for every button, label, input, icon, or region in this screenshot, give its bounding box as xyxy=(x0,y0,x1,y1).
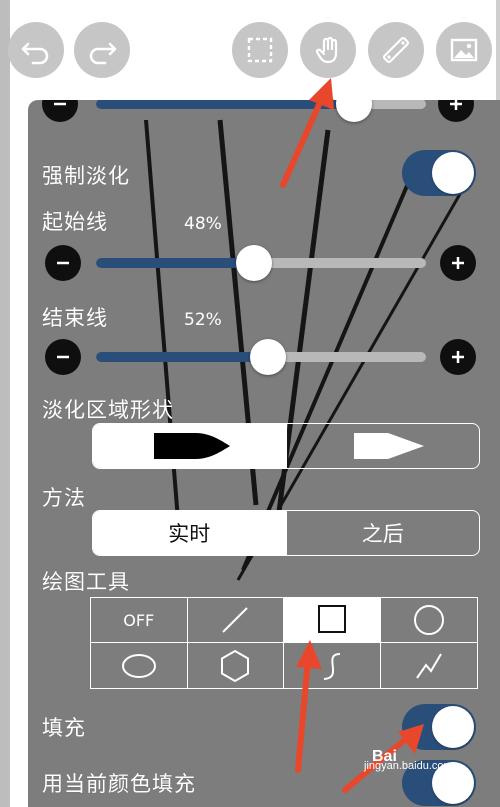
tool-ellipse[interactable] xyxy=(91,643,188,688)
tool-circle[interactable] xyxy=(380,598,477,643)
tool-polygon[interactable] xyxy=(188,643,284,688)
method-option-realtime[interactable]: 实时 xyxy=(93,511,286,555)
rectangle-icon xyxy=(317,605,346,633)
draw-tool-label: 绘图工具 xyxy=(42,570,130,594)
fill-label: 填充 xyxy=(42,716,86,740)
minus-icon xyxy=(57,261,69,265)
plus-icon xyxy=(452,257,464,269)
start-line-value: 48% xyxy=(184,214,222,234)
hand-button[interactable] xyxy=(300,22,356,78)
selection-button[interactable] xyxy=(232,22,288,78)
curve-icon xyxy=(323,652,340,680)
tool-line[interactable] xyxy=(187,598,284,643)
tool-off-label: OFF xyxy=(123,610,155,630)
watermark-url: jingyan.baidu.com xyxy=(364,760,453,772)
fade-settings-panel: 强制淡化 起始线 48% 结束线 52% 淡化区域形状 方法 实时 之后 绘图工… xyxy=(28,100,500,807)
fill-toggle[interactable] xyxy=(402,704,476,750)
line-icon xyxy=(222,607,248,633)
rounded-bullet-shape-icon xyxy=(154,433,231,459)
polyline-icon xyxy=(415,652,442,679)
method-option-after[interactable]: 之后 xyxy=(285,511,480,555)
slider-fill xyxy=(96,352,268,362)
fade-shape-option-pointed[interactable] xyxy=(285,424,480,468)
start-line-minus-button[interactable] xyxy=(45,245,81,281)
plus-icon xyxy=(452,351,464,363)
circle-icon xyxy=(413,605,444,635)
end-line-plus-button[interactable] xyxy=(440,339,476,375)
end-line-slider[interactable] xyxy=(96,339,426,375)
method-selector: 实时 之后 xyxy=(92,510,480,556)
undo-arrow-icon xyxy=(21,42,49,65)
prev-slider-knob[interactable] xyxy=(336,100,372,122)
fill-current-color-label: 用当前颜色填充 xyxy=(42,772,196,796)
tool-rectangle[interactable] xyxy=(284,598,381,643)
start-line-plus-button[interactable] xyxy=(440,245,476,281)
start-line-label: 起始线 xyxy=(42,210,108,234)
plus-icon xyxy=(450,100,462,110)
tool-polyline[interactable] xyxy=(381,643,478,688)
tool-curve[interactable] xyxy=(284,643,381,688)
toggle-knob xyxy=(432,706,474,748)
redo-arrow-icon xyxy=(89,42,117,65)
minus-icon xyxy=(57,355,69,359)
force-fade-toggle[interactable] xyxy=(402,150,476,196)
pointed-shape-icon xyxy=(353,433,424,459)
frame-left-border xyxy=(0,0,10,807)
undo-button[interactable] xyxy=(8,22,64,78)
method-label: 方法 xyxy=(42,486,86,510)
end-line-minus-button[interactable] xyxy=(45,339,81,375)
toggle-knob xyxy=(432,152,474,194)
draw-tool-grid: OFF xyxy=(90,597,478,689)
dashed-selection-icon xyxy=(247,37,273,63)
ruler-icon xyxy=(383,37,409,63)
tool-off[interactable]: OFF xyxy=(91,598,188,643)
force-fade-label: 强制淡化 xyxy=(42,164,130,188)
slider-knob[interactable] xyxy=(250,339,286,375)
slider-knob[interactable] xyxy=(236,245,272,281)
slider-fill xyxy=(96,258,254,268)
redo-button[interactable] xyxy=(74,22,130,78)
end-line-label: 结束线 xyxy=(42,306,108,330)
ellipse-icon xyxy=(121,653,156,678)
ruler-button[interactable] xyxy=(368,22,424,78)
image-icon xyxy=(450,38,478,62)
start-line-slider[interactable] xyxy=(96,245,426,281)
hexagon-icon xyxy=(221,649,250,682)
hand-pointer-icon xyxy=(315,36,338,64)
fade-shape-option-rounded[interactable] xyxy=(93,424,286,468)
end-line-value: 52% xyxy=(184,310,222,330)
top-toolbar xyxy=(0,0,500,100)
minus-icon xyxy=(54,102,66,106)
fade-shape-label: 淡化区域形状 xyxy=(42,398,174,422)
prev-slider[interactable] xyxy=(96,100,426,122)
image-button[interactable] xyxy=(436,22,492,78)
fade-shape-selector xyxy=(92,423,480,469)
